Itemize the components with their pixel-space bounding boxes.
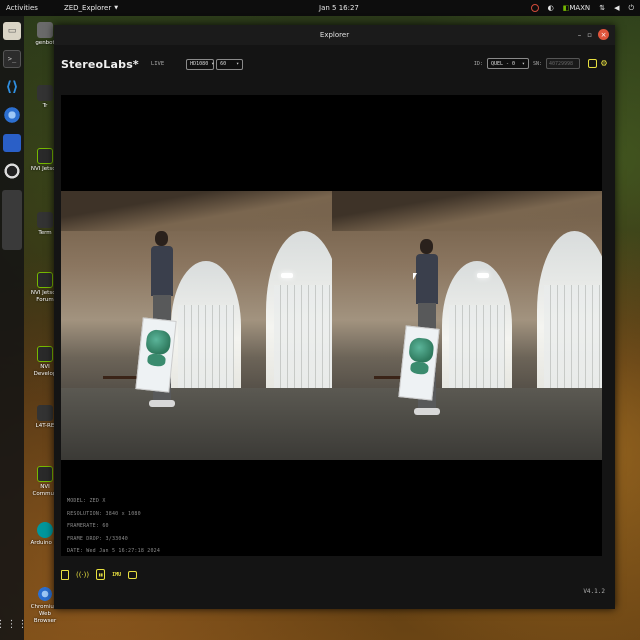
camera-id-select[interactable]: QUEL - 0 ▾	[486, 58, 529, 69]
chevron-down-icon: ▾	[521, 60, 525, 67]
chevron-down-icon: ▾	[236, 61, 240, 67]
terminal-icon[interactable]: >_	[3, 50, 21, 68]
sn-label: SN:	[532, 60, 542, 67]
mouse-cursor-icon	[412, 273, 417, 280]
fps-select-value: 60	[220, 61, 227, 67]
info-framerate: FRAMERATE: 60	[67, 523, 109, 529]
desktop-icon-label: NVI Develop	[33, 364, 57, 377]
version-label: V4.1.2	[583, 588, 605, 595]
desktop-icon-label: Term	[38, 230, 52, 236]
brand-logo: StereoLabs*	[61, 57, 139, 71]
scene-arch	[171, 261, 241, 391]
explorer-window: Explorer – ▫ × StereoLabs* LIVE HD1080 ▾…	[54, 25, 615, 609]
resolution-select-value: HD1080	[190, 61, 209, 67]
camera-id-value: QUEL - 0	[490, 60, 516, 67]
top-bar: Activities ZED_Explorer ▼ Jan 5 16:27 ◐ …	[0, 0, 640, 16]
nvidia-icon	[37, 148, 53, 164]
info-model: MODEL: ZED X	[67, 498, 106, 504]
resolution-select[interactable]: HD1080 ▾	[186, 58, 215, 70]
activities-button[interactable]: Activities	[6, 4, 38, 12]
fps-select[interactable]: 60 ▾	[216, 58, 244, 70]
video-view[interactable]: MODEL: ZED X RESOLUTION: 3840 x 1080 FRA…	[61, 95, 602, 556]
running-app-icon[interactable]	[2, 190, 22, 250]
power-indicator-icon[interactable]	[530, 4, 539, 12]
vscode-icon[interactable]: ⟨⟩	[3, 78, 21, 96]
obs-icon[interactable]	[3, 162, 21, 180]
maxn-label: MAXN	[569, 4, 591, 12]
info-date: DATE: Wed Jan 5 16:27:18 2024	[67, 548, 161, 554]
network-icon[interactable]: ⇅	[599, 4, 605, 12]
serial-number-field: 40729998	[545, 58, 580, 69]
app-icon[interactable]	[3, 134, 21, 152]
dock: ▭ >_ ⟨⟩ ⋮⋮⋮	[0, 16, 28, 640]
window-title: Explorer	[319, 31, 350, 39]
desktop-icon-label: L4T-RE	[35, 423, 55, 429]
nvidia-icon	[37, 346, 53, 362]
scene-poster	[397, 325, 440, 401]
scene-arch	[441, 261, 512, 391]
chromium-icon[interactable]	[3, 106, 21, 124]
window-controls: – ▫ ×	[578, 29, 609, 40]
minimize-icon[interactable]: –	[578, 31, 582, 39]
camera-info: MODEL: ZED X RESOLUTION: 3840 x 1080 FRA…	[67, 495, 160, 558]
gear-icon[interactable]: ⚙	[601, 59, 607, 69]
app-menu-label: ZED_Explorer	[63, 4, 112, 12]
chevron-down-icon: ▼	[114, 5, 119, 11]
camera-icon[interactable]	[128, 570, 138, 579]
scene-ceiling	[331, 191, 602, 231]
home-folder-icon	[37, 22, 53, 38]
scene-floor	[331, 388, 602, 460]
stream-icon[interactable]: ((·))	[76, 569, 89, 580]
info-resolution: RESOLUTION: 3840 x 1080	[67, 510, 141, 517]
folder-icon	[37, 85, 53, 101]
scene-floor	[61, 388, 332, 460]
scene-ceiling	[61, 191, 332, 231]
close-icon[interactable]: ×	[598, 29, 609, 40]
sd-card-icon[interactable]: ▮▮	[96, 569, 106, 580]
system-tray: ◐ ◧MAXN ⇅ ◀ ⏻	[530, 4, 634, 13]
scene-lamp	[476, 273, 489, 278]
desktop-icon-label: Tr	[42, 103, 48, 109]
bottom-toolbar: ((·)) ▮▮ IMU	[61, 569, 138, 580]
nvidia-icon	[37, 466, 53, 482]
power-icon[interactable]: ⏻	[628, 4, 634, 13]
stereo-frames	[61, 191, 602, 460]
arduino-icon	[37, 522, 53, 538]
chevron-down-icon: ▾	[211, 61, 215, 67]
volume-icon[interactable]: ◀	[614, 4, 619, 12]
indicator-icon[interactable]: ◐	[548, 4, 554, 12]
document-icon[interactable]	[61, 569, 69, 580]
id-label: ID:	[473, 60, 483, 67]
nvidia-icon	[37, 272, 53, 288]
terminal-icon	[37, 212, 53, 228]
nvpmodel-indicator[interactable]: ◧MAXN	[563, 4, 591, 12]
left-camera-frame	[61, 191, 332, 460]
show-apps-icon[interactable]: ⋮⋮⋮	[0, 619, 29, 630]
info-frame-drop: FRAME DROP: 3/33040	[67, 535, 128, 542]
document-icon	[37, 405, 53, 421]
toolbar: StereoLabs* LIVE HD1080 ▾ 60 ▾ ID: QUEL …	[54, 45, 615, 83]
imu-button[interactable]: IMU	[112, 569, 121, 580]
snapshot-icon[interactable]	[587, 59, 597, 68]
scene-bench	[103, 376, 141, 379]
live-label: LIVE	[150, 61, 165, 67]
files-icon[interactable]: ▭	[3, 22, 21, 40]
clock[interactable]: Jan 5 16:27	[319, 4, 359, 12]
scene-bench	[373, 376, 402, 379]
app-menu[interactable]: ZED_Explorer ▼	[64, 4, 118, 12]
camera-selector: ID: QUEL - 0 ▾ SN: 40729998 ⚙	[474, 58, 607, 69]
chromium-icon	[37, 586, 53, 602]
scene-lamp	[281, 273, 293, 278]
scene-arch	[266, 231, 332, 391]
desktop-icon-label: genbot	[35, 40, 55, 46]
scene-arch	[536, 231, 602, 391]
maximize-icon[interactable]: ▫	[587, 31, 592, 39]
window-titlebar[interactable]: Explorer – ▫ ×	[54, 25, 615, 45]
right-camera-frame	[331, 191, 602, 460]
